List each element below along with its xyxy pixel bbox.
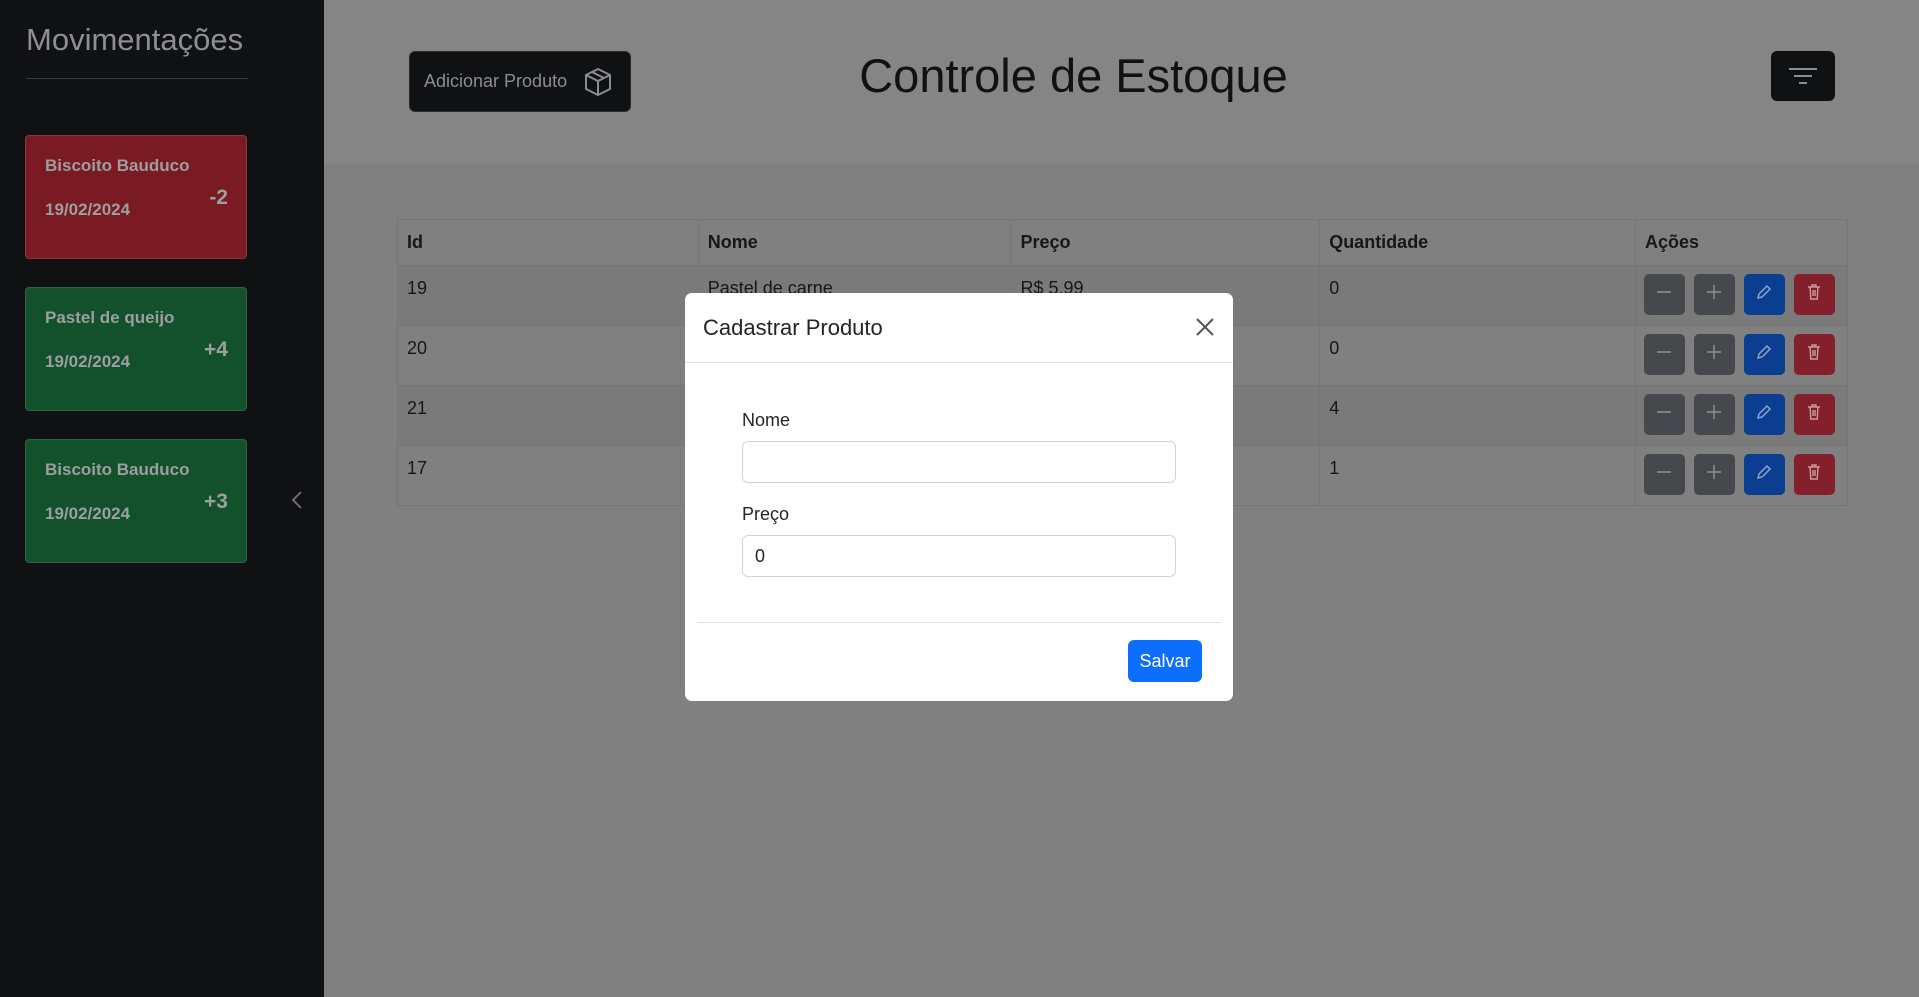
trash-icon: [1804, 282, 1824, 307]
trash-icon: [1804, 462, 1824, 487]
cell-id: 19: [397, 265, 699, 326]
decrease-button[interactable]: [1643, 274, 1685, 315]
delete-button[interactable]: [1793, 334, 1835, 375]
movement-card: Biscoito Bauduco 19/02/2024 -2: [25, 135, 247, 259]
preco-label: Preço: [742, 504, 790, 524]
preco-input[interactable]: [742, 535, 1176, 577]
decrease-button[interactable]: [1643, 394, 1685, 435]
sidebar: Movimentações Biscoito Bauduco 19/02/202…: [0, 0, 324, 997]
cell-quantidade: 4: [1319, 385, 1636, 446]
plus-icon: [1704, 342, 1724, 367]
cell-quantidade: 0: [1319, 325, 1636, 386]
movement-quantity: +3: [204, 490, 228, 513]
minus-icon: [1654, 282, 1674, 307]
pencil-icon: [1754, 462, 1774, 487]
filter-button[interactable]: [1771, 51, 1835, 101]
column-header-nome: Nome: [697, 219, 1012, 266]
page-title: Controle de Estoque: [859, 49, 1288, 102]
pencil-icon: [1754, 342, 1774, 367]
movement-product-name: Pastel de queijo: [45, 308, 175, 327]
movement-date: 19/02/2024: [45, 200, 131, 219]
filter-icon: [1789, 68, 1817, 84]
cell-id: 21: [397, 385, 699, 446]
pencil-icon: [1754, 402, 1774, 427]
movement-card: Biscoito Bauduco 19/02/2024 +3: [25, 439, 247, 563]
minus-icon: [1654, 402, 1674, 427]
cell-quantidade: 0: [1319, 265, 1636, 326]
edit-button[interactable]: [1743, 454, 1785, 495]
cell-acoes: [1634, 385, 1849, 446]
pencil-icon: [1754, 282, 1774, 307]
table-header-row: Id Nome Preço Quantidade Ações: [397, 219, 1849, 266]
modal-divider: [685, 362, 1233, 363]
plus-icon: [1704, 462, 1724, 487]
register-product-modal: Cadastrar Produto Nome Preço Salvar: [685, 293, 1233, 701]
increase-button[interactable]: [1693, 454, 1735, 495]
movement-date: 19/02/2024: [45, 504, 131, 523]
movement-product-name: Biscoito Bauduco: [45, 156, 190, 175]
minus-icon: [1654, 342, 1674, 367]
cell-id: 20: [397, 325, 699, 386]
increase-button[interactable]: [1693, 394, 1735, 435]
nome-label: Nome: [742, 410, 791, 430]
movement-quantity: -2: [209, 186, 228, 209]
modal-divider: [697, 622, 1221, 623]
movement-quantity: +4: [204, 338, 228, 361]
increase-button[interactable]: [1693, 274, 1735, 315]
movement-product-name: Biscoito Bauduco: [45, 460, 190, 479]
minus-icon: [1654, 462, 1674, 487]
modal-title: Cadastrar Produto: [703, 315, 883, 340]
edit-button[interactable]: [1743, 274, 1785, 315]
movement-card: Pastel de queijo 19/02/2024 +4: [25, 287, 247, 411]
cell-id: 17: [397, 445, 699, 506]
cell-acoes: [1634, 325, 1849, 386]
column-header-acoes: Ações: [1634, 219, 1849, 266]
cell-acoes: [1634, 445, 1849, 506]
plus-icon: [1704, 402, 1724, 427]
decrease-button[interactable]: [1643, 334, 1685, 375]
edit-button[interactable]: [1743, 394, 1785, 435]
cell-acoes: [1634, 265, 1849, 326]
delete-button[interactable]: [1793, 274, 1835, 315]
delete-button[interactable]: [1793, 394, 1835, 435]
column-header-quantidade: Quantidade: [1319, 219, 1636, 266]
column-header-id: Id: [397, 219, 699, 266]
nome-input[interactable]: [742, 441, 1176, 483]
delete-button[interactable]: [1793, 454, 1835, 495]
movement-date: 19/02/2024: [45, 352, 131, 371]
save-button[interactable]: Salvar: [1128, 640, 1202, 682]
trash-icon: [1804, 402, 1824, 427]
trash-icon: [1804, 342, 1824, 367]
plus-icon: [1704, 282, 1724, 307]
close-icon[interactable]: [1191, 313, 1219, 341]
column-header-preco: Preço: [1010, 219, 1321, 266]
edit-button[interactable]: [1743, 334, 1785, 375]
increase-button[interactable]: [1693, 334, 1735, 375]
chevron-left-icon[interactable]: [288, 488, 308, 512]
decrease-button[interactable]: [1643, 454, 1685, 495]
cell-quantidade: 1: [1319, 445, 1636, 506]
